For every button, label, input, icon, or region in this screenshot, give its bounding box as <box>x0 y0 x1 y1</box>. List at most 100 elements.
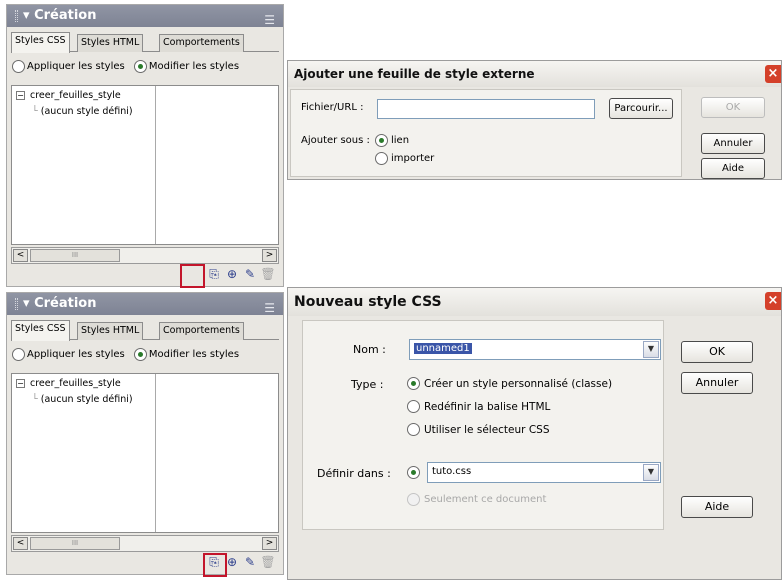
tree-item-empty[interactable]: └ (aucun style défini) <box>32 106 133 117</box>
only-this-document-radio[interactable] <box>407 493 420 506</box>
new-css-style-icon[interactable]: ⊕ <box>223 267 241 281</box>
collapse-icon[interactable]: − <box>16 91 25 100</box>
panel-title: Création <box>34 296 97 311</box>
dialog-title: Ajouter une feuille de style externe <box>288 61 781 87</box>
chevron-down-icon[interactable]: ▼ <box>643 464 659 481</box>
cancel-button[interactable]: Annuler <box>681 372 753 394</box>
horizontal-scrollbar[interactable]: < III > <box>11 535 279 552</box>
design-panel-top: ▾ Création ☰ Styles CSS Styles HTML Comp… <box>6 4 284 287</box>
type-tag-radio[interactable] <box>407 400 420 413</box>
help-button[interactable]: Aide <box>681 496 753 518</box>
panel-toolbar: ⎘ ⊕ ✎ 🗑 <box>205 267 277 285</box>
name-value: unnamed1 <box>414 343 472 354</box>
style-tree[interactable]: − creer_feuilles_style └ (aucun style déf… <box>11 373 279 533</box>
stylesheet-name: creer_feuilles_style <box>30 90 121 101</box>
apply-styles-label: Appliquer les styles <box>27 61 125 72</box>
scroll-right-button[interactable]: > <box>262 249 277 262</box>
modify-styles-radio[interactable] <box>133 59 147 73</box>
add-external-stylesheet-dialog: Ajouter une feuille de style externe × F… <box>287 60 782 180</box>
type-class-radio[interactable] <box>407 377 420 390</box>
panel-title-bar[interactable]: ▾ Création ☰ <box>7 293 283 315</box>
file-url-input[interactable] <box>377 99 595 119</box>
tab-styles-css[interactable]: Styles CSS <box>11 32 70 53</box>
only-this-document-label: Seulement ce document <box>424 494 547 505</box>
tab-behaviors[interactable]: Comportements <box>159 34 244 52</box>
tree-item-stylesheet[interactable]: − creer_feuilles_style <box>16 90 121 101</box>
grip-icon[interactable] <box>15 297 18 310</box>
panel-tabs: Styles CSS Styles HTML Comportements <box>11 320 279 341</box>
style-mode-radios: Appliquer les styles Modifier les styles <box>12 347 279 365</box>
file-url-label: Fichier/URL : <box>301 102 364 113</box>
panel-menu-icon[interactable]: ☰ <box>264 297 275 319</box>
link-label: lien <box>391 135 410 146</box>
add-as-label: Ajouter sous : <box>301 135 370 146</box>
ok-button[interactable]: OK <box>681 341 753 363</box>
apply-styles-radio[interactable] <box>12 347 25 361</box>
import-label: importer <box>391 153 435 164</box>
delete-style-icon[interactable]: 🗑 <box>259 555 277 569</box>
style-mode-radios: Appliquer les styles Modifier les styles <box>12 59 279 77</box>
tab-styles-html[interactable]: Styles HTML <box>77 34 144 52</box>
type-tag-label: Redéfinir la balise HTML <box>424 401 551 413</box>
define-file-radio[interactable] <box>407 466 420 479</box>
style-tree[interactable]: − creer_feuilles_style └ (aucun style déf… <box>11 85 279 245</box>
tree-line-icon: └ <box>32 106 38 117</box>
edit-style-icon[interactable]: ✎ <box>241 555 259 569</box>
tab-behaviors[interactable]: Comportements <box>159 322 244 340</box>
tree-line-icon: └ <box>32 394 38 405</box>
design-panel-bottom: ▾ Création ☰ Styles CSS Styles HTML Comp… <box>6 292 284 575</box>
apply-styles-radio[interactable] <box>12 59 25 73</box>
link-radio[interactable] <box>375 134 388 147</box>
scroll-thumb[interactable]: III <box>30 537 120 550</box>
tree-item-empty[interactable]: └ (aucun style défini) <box>32 394 133 405</box>
tree-column-divider <box>155 86 156 244</box>
scroll-thumb[interactable]: III <box>30 249 120 262</box>
modify-styles-label: Modifier les styles <box>148 349 240 360</box>
tree-column-divider <box>155 374 156 532</box>
type-label: Type : <box>351 378 384 391</box>
tree-item-stylesheet[interactable]: − creer_feuilles_style <box>16 378 121 389</box>
dialog-content: Fichier/URL : Parcourir... Ajouter sous … <box>290 89 682 177</box>
modify-styles-label: Modifier les styles <box>148 61 240 72</box>
define-in-label: Définir dans : <box>317 467 391 480</box>
scroll-left-button[interactable]: < <box>13 249 28 262</box>
dialog-title: Nouveau style CSS <box>288 288 781 316</box>
dialog-content: Nom : unnamed1 ▼ Type : Créer un style p… <box>302 320 664 530</box>
highlight-attach-stylesheet <box>180 264 205 288</box>
stylesheet-name: creer_feuilles_style <box>30 378 121 389</box>
apply-styles-label: Appliquer les styles <box>27 349 125 360</box>
name-combobox[interactable]: unnamed1 ▼ <box>409 339 661 360</box>
edit-style-icon[interactable]: ✎ <box>241 267 259 281</box>
tab-styles-html[interactable]: Styles HTML <box>77 322 144 340</box>
scroll-right-button[interactable]: > <box>262 537 277 550</box>
horizontal-scrollbar[interactable]: < III > <box>11 247 279 264</box>
panel-title-bar[interactable]: ▾ Création ☰ <box>7 5 283 27</box>
tab-styles-css[interactable]: Styles CSS <box>11 320 70 341</box>
close-icon[interactable]: × <box>765 292 781 310</box>
define-in-select[interactable]: tuto.css ▼ <box>427 462 661 483</box>
name-label: Nom : <box>353 343 386 356</box>
delete-style-icon[interactable]: 🗑 <box>259 267 277 281</box>
define-in-value: tuto.css <box>432 466 472 477</box>
browse-button[interactable]: Parcourir... <box>609 98 673 119</box>
grip-icon[interactable] <box>15 9 18 22</box>
type-selector-label: Utiliser le sélecteur CSS <box>424 424 550 436</box>
ok-button[interactable]: OK <box>701 97 765 118</box>
close-icon[interactable]: × <box>765 65 781 83</box>
type-selector-radio[interactable] <box>407 423 420 436</box>
highlight-new-css-style <box>203 553 227 577</box>
chevron-down-icon[interactable]: ▼ <box>643 341 659 358</box>
attach-stylesheet-icon[interactable]: ⎘ <box>205 267 223 282</box>
help-button[interactable]: Aide <box>701 158 765 179</box>
no-style-label: (aucun style défini) <box>40 106 133 117</box>
import-radio[interactable] <box>375 152 388 165</box>
panel-menu-icon[interactable]: ☰ <box>264 9 275 31</box>
collapse-icon[interactable]: − <box>16 379 25 388</box>
panel-tabs: Styles CSS Styles HTML Comportements <box>11 32 279 53</box>
scroll-left-button[interactable]: < <box>13 537 28 550</box>
type-class-label: Créer un style personnalisé (classe) <box>424 378 613 390</box>
cancel-button[interactable]: Annuler <box>701 133 765 154</box>
new-css-style-dialog: Nouveau style CSS × Nom : unnamed1 ▼ Typ… <box>287 287 782 580</box>
modify-styles-radio[interactable] <box>133 347 147 361</box>
panel-title: Création <box>34 8 97 23</box>
